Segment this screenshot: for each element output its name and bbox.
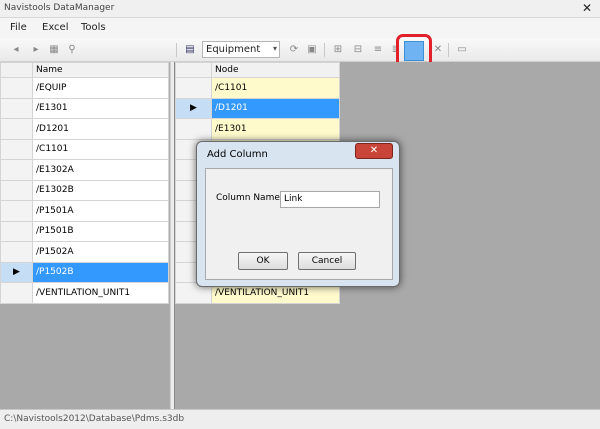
- row-header[interactable]: [0, 118, 33, 140]
- toolbar: ◂ ▸ ▦ ⚲ ▤ Equipment ▾ ⟳ ▣ ⊞ ⊟ ≡ ≣ ✕ ▭: [0, 38, 600, 62]
- refresh-icon[interactable]: ⟳: [286, 42, 302, 58]
- row-header[interactable]: [0, 220, 33, 242]
- table-row: ▶/D1201: [175, 97, 340, 119]
- table-dropdown[interactable]: Equipment ▾: [202, 41, 280, 58]
- cell-name[interactable]: /C1101: [32, 138, 169, 160]
- add-column-dialog: Add Column ✕ Column Name Link OK Cancel: [196, 141, 400, 287]
- toolbar-separator: [448, 43, 449, 57]
- table-row: /VENTILATION_UNIT1: [0, 282, 169, 304]
- cell-name[interactable]: /EQUIP: [32, 77, 169, 99]
- name-table: Name /EQUIP /E1301 /D1201 /C1101 /E1302A…: [0, 62, 169, 304]
- table-row: /D1201: [0, 118, 169, 140]
- delete-row-icon[interactable]: ⊟: [350, 42, 366, 58]
- row-header[interactable]: [0, 159, 33, 181]
- toolbar-separator: [324, 43, 325, 57]
- row-header[interactable]: [0, 200, 33, 222]
- window-title: Navistools DataManager: [4, 3, 115, 13]
- table-row: /E1301: [175, 118, 340, 140]
- table-row: /EQUIP: [0, 77, 169, 99]
- row-header[interactable]: [0, 179, 33, 201]
- search-icon[interactable]: ⚲: [64, 42, 80, 58]
- next-icon[interactable]: ▸: [28, 42, 44, 58]
- table-row: ▶/P1502B: [0, 261, 169, 283]
- cell-name[interactable]: /P1501B: [32, 220, 169, 242]
- comment-icon[interactable]: ▭: [454, 42, 470, 58]
- row-header-corner: [0, 62, 33, 78]
- row-header-current[interactable]: ▶: [175, 97, 212, 119]
- table-row: /C1101: [175, 77, 340, 99]
- name-grid: Name /EQUIP /E1301 /D1201 /C1101 /E1302A…: [0, 62, 170, 409]
- table-row: /E1302B: [0, 179, 169, 201]
- row-header[interactable]: [175, 118, 212, 140]
- column-name-label: Column Name: [216, 193, 280, 203]
- dialog-title: Add Column: [207, 149, 268, 160]
- cell-name[interactable]: /D1201: [32, 118, 169, 140]
- cell-name[interactable]: /E1301: [32, 97, 169, 119]
- column-name-input[interactable]: Link: [280, 191, 380, 208]
- toolbar-separator: [176, 43, 177, 57]
- add-row-icon[interactable]: ⊞: [330, 42, 346, 58]
- cell-name[interactable]: /P1502A: [32, 241, 169, 263]
- row-header[interactable]: [175, 77, 212, 99]
- table-row: /E1302A: [0, 159, 169, 181]
- status-bar: C:\Navistools2012\Database\Pdms.s3db: [0, 409, 600, 429]
- row-header[interactable]: [0, 97, 33, 119]
- cell-name-selected[interactable]: /P1502B: [32, 261, 169, 283]
- menu-file[interactable]: File: [10, 22, 27, 33]
- column-header-node[interactable]: Node: [211, 62, 340, 78]
- row-header[interactable]: [0, 282, 33, 304]
- row-header-current[interactable]: ▶: [0, 261, 33, 283]
- cell-name[interactable]: /E1302A: [32, 159, 169, 181]
- ok-button[interactable]: OK: [238, 252, 288, 270]
- close-icon[interactable]: ✕: [582, 1, 592, 15]
- cancel-button[interactable]: Cancel: [298, 252, 356, 270]
- row-header-corner: [175, 62, 212, 78]
- row-header[interactable]: [0, 138, 33, 160]
- table-row: /P1501B: [0, 220, 169, 242]
- grid-icon[interactable]: ▦: [46, 42, 62, 58]
- table-row: /P1502A: [0, 241, 169, 263]
- dialog-close-button[interactable]: ✕: [355, 143, 393, 159]
- cell-name[interactable]: /P1501A: [32, 200, 169, 222]
- menu-excel[interactable]: Excel: [42, 22, 69, 33]
- table-dropdown-value: Equipment: [206, 44, 261, 55]
- dialog-body: Column Name Link OK Cancel: [205, 168, 393, 280]
- row-header[interactable]: [0, 77, 33, 99]
- prev-icon[interactable]: ◂: [8, 42, 24, 58]
- save-icon[interactable]: ▣: [304, 42, 320, 58]
- cell-name[interactable]: /E1302B: [32, 179, 169, 201]
- filter-icon[interactable]: ≡: [370, 42, 386, 58]
- table-view-icon[interactable]: ▤: [182, 42, 198, 58]
- title-bar: Navistools DataManager ✕: [0, 0, 600, 18]
- table-row: /C1101: [0, 138, 169, 160]
- table-row: /P1501A: [0, 200, 169, 222]
- chevron-down-icon: ▾: [272, 44, 277, 53]
- column-header-name[interactable]: Name: [32, 62, 169, 78]
- table-row: /E1301: [0, 97, 169, 119]
- row-header[interactable]: [0, 241, 33, 263]
- cell-node-selected[interactable]: /D1201: [211, 97, 340, 119]
- cell-name[interactable]: /VENTILATION_UNIT1: [32, 282, 169, 304]
- menu-tools[interactable]: Tools: [81, 22, 106, 33]
- cell-node[interactable]: /E1301: [211, 118, 340, 140]
- database-path: C:\Navistools2012\Database\Pdms.s3db: [4, 414, 185, 424]
- menu-bar: File Excel Tools: [0, 18, 600, 38]
- remove-column-icon[interactable]: ✕: [430, 42, 446, 58]
- cell-node[interactable]: /C1101: [211, 77, 340, 99]
